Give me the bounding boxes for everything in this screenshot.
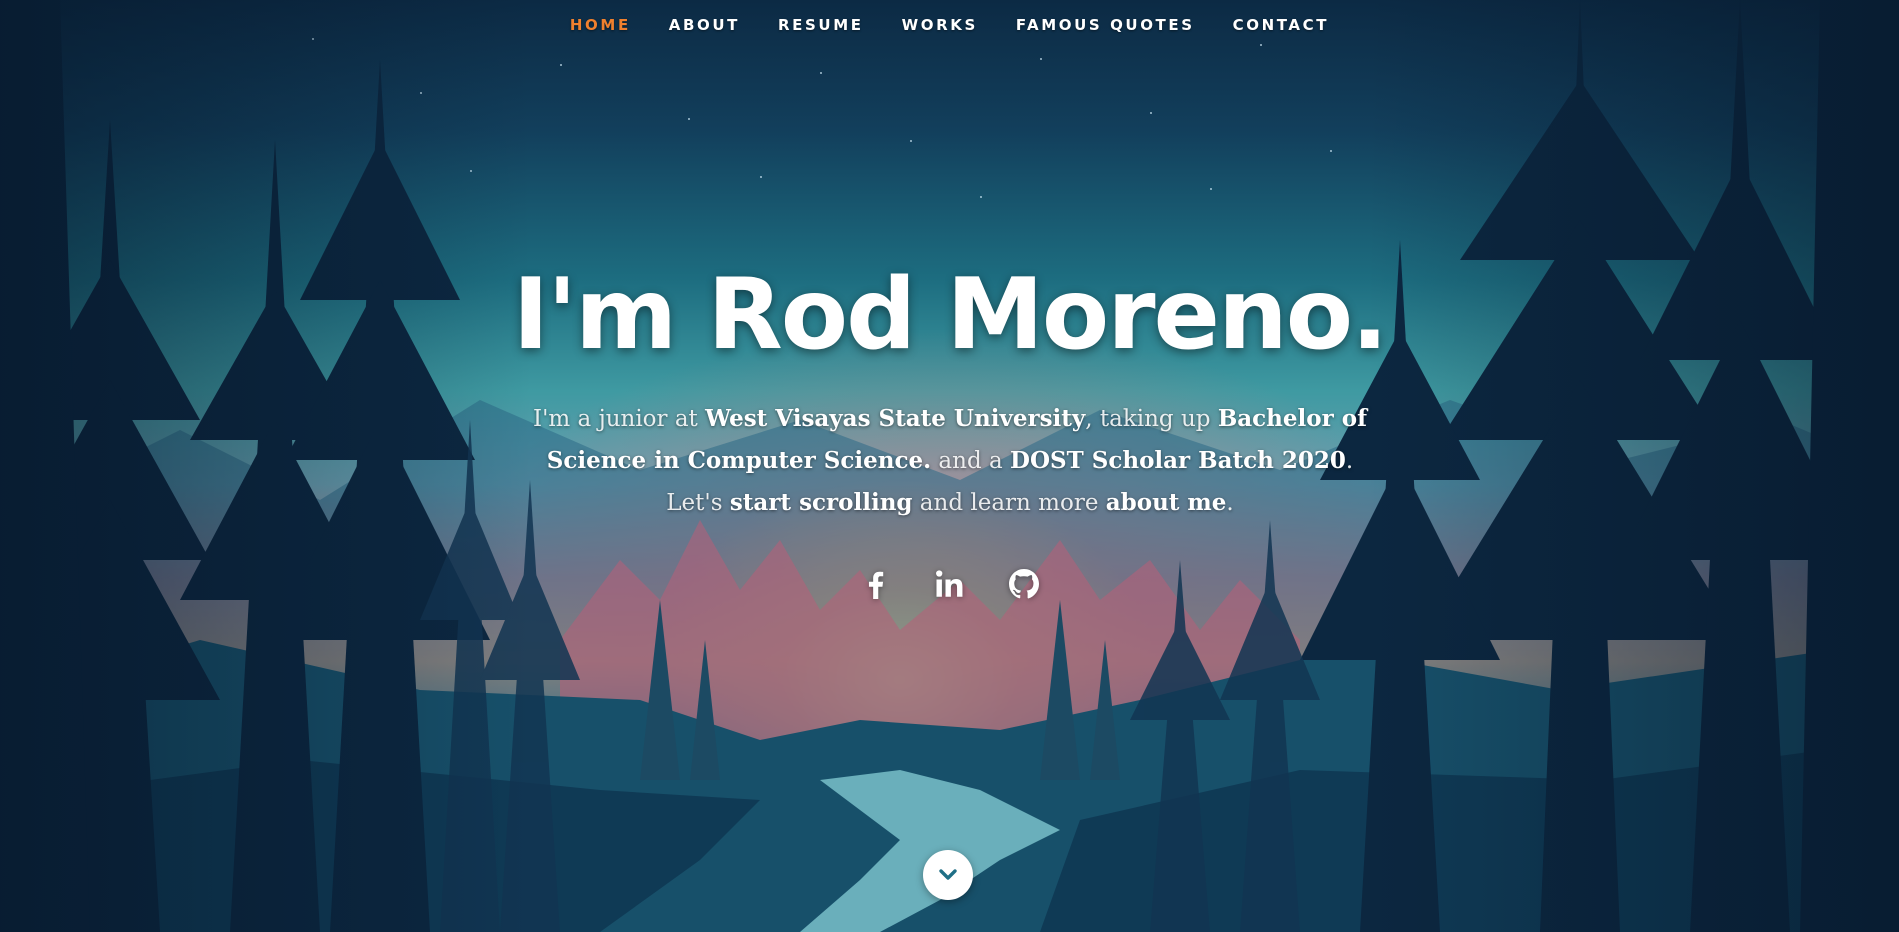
chevron-down-icon (939, 869, 957, 880)
nav-works-link[interactable]: WORKS (883, 16, 997, 34)
facebook-icon (868, 571, 883, 599)
intro-text-2: , taking up (1085, 406, 1218, 432)
hero-section: HOME ABOUT RESUME WORKS FAMOUS QUOTES CO… (0, 0, 1899, 932)
nav-famous-quotes-link[interactable]: FAMOUS QUOTES (997, 16, 1214, 34)
intro-university: West Visayas State University (705, 405, 1086, 432)
github-icon (1008, 569, 1039, 599)
nav-contact-link[interactable]: CONTACT (1214, 16, 1348, 34)
github-link[interactable] (1006, 566, 1042, 602)
scroll-down-button[interactable] (923, 850, 973, 900)
intro-start-scrolling: start scrolling (729, 489, 913, 516)
nav-resume-link[interactable]: RESUME (759, 16, 883, 34)
linkedin-link[interactable] (932, 566, 968, 602)
intro-text-6: . (1226, 490, 1234, 516)
intro-text-1: I'm a junior at (533, 406, 706, 432)
main-navigation: HOME ABOUT RESUME WORKS FAMOUS QUOTES CO… (0, 0, 1899, 50)
facebook-link[interactable] (858, 566, 894, 602)
intro-scholar: DOST Scholar Batch 2020 (1010, 447, 1346, 474)
intro-text-5: and learn more (912, 490, 1106, 516)
nav-home-link[interactable]: HOME (551, 16, 650, 34)
social-links (0, 566, 1899, 602)
linkedin-icon (935, 570, 962, 597)
hero-intro: I'm a junior at West Visayas State Unive… (520, 398, 1380, 524)
hero-headline: I'm Rod Moreno. (512, 258, 1389, 372)
intro-about-me: about me (1105, 489, 1227, 516)
intro-text-3: and a (931, 448, 1011, 474)
nav-about-link[interactable]: ABOUT (650, 16, 759, 34)
